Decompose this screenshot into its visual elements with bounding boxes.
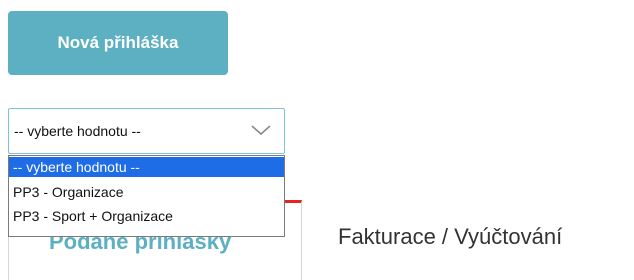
value-select[interactable]: -- vyberte hodnotu -- bbox=[8, 108, 285, 154]
select-option[interactable]: PP3 - Sport + Organizace bbox=[9, 206, 284, 226]
tab-billing[interactable]: Fakturace / Vyúčtování bbox=[338, 224, 562, 250]
chevron-down-icon bbox=[251, 125, 271, 136]
new-application-button[interactable]: Nová přihláška bbox=[8, 11, 228, 75]
select-dropdown-list: -- vyberte hodnotu -- PP3 - Organizace P… bbox=[8, 155, 285, 237]
select-option[interactable]: PP3 - Organizace bbox=[9, 182, 284, 202]
select-option[interactable]: -- vyberte hodnotu -- bbox=[9, 157, 284, 177]
select-value: -- vyberte hodnotu -- bbox=[14, 123, 141, 139]
